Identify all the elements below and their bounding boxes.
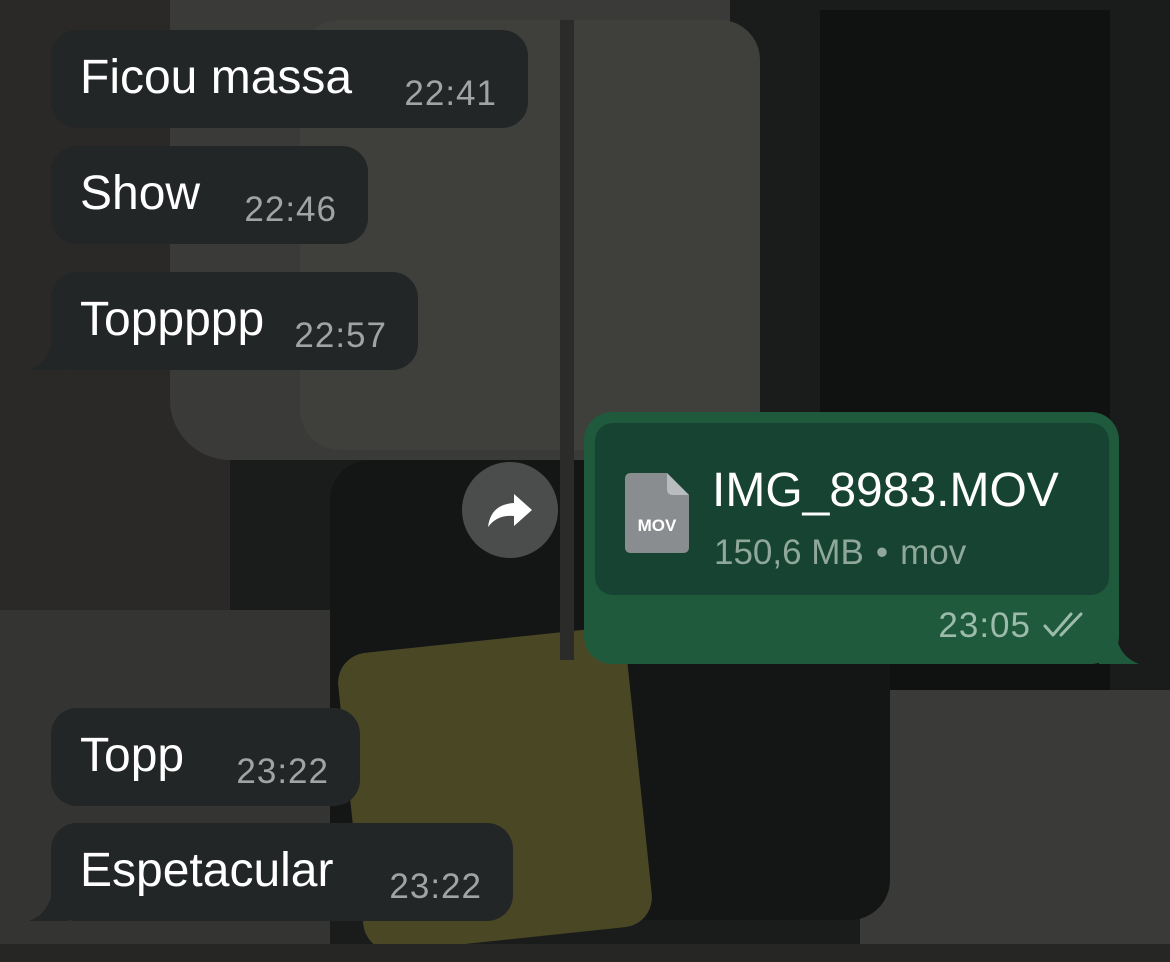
file-name: IMG_8983.MOV <box>712 464 1059 517</box>
bottom-bar <box>0 944 1170 962</box>
bubble-tail <box>29 334 69 370</box>
message-text: Ficou massa <box>80 51 353 104</box>
incoming-message[interactable]: Topp 23:22 <box>51 708 360 806</box>
message-time: 23:22 <box>389 867 482 906</box>
incoming-message[interactable]: Espetacular 23:22 <box>29 823 513 921</box>
meta-separator: • <box>875 533 889 572</box>
message-time: 23:05 <box>938 606 1031 645</box>
bubble-tail <box>29 885 69 921</box>
incoming-message[interactable]: Show 22:46 <box>51 146 368 244</box>
file-meta: 150,6 MB • mov <box>714 533 966 573</box>
bubble-tail <box>1099 628 1139 664</box>
message-text: Show <box>80 167 201 220</box>
message-time: 22:57 <box>294 316 387 355</box>
file-size: 150,6 MB <box>714 533 864 572</box>
incoming-message[interactable]: Toppppp 22:57 <box>29 272 418 370</box>
forward-button[interactable] <box>462 462 558 558</box>
double-check-icon <box>1043 612 1083 637</box>
incoming-message[interactable]: Ficou massa 22:41 <box>51 30 528 128</box>
message-time: 23:22 <box>236 752 329 791</box>
outgoing-file-message[interactable]: MOV IMG_8983.MOV 150,6 MB • mov 23:05 <box>584 412 1139 664</box>
message-text: Toppppp <box>80 293 265 346</box>
forward-arrow-icon <box>488 494 532 527</box>
message-text: Topp <box>80 729 185 782</box>
message-time: 22:46 <box>244 190 337 229</box>
message-time: 22:41 <box>404 74 497 113</box>
message-text: Espetacular <box>80 844 334 897</box>
file-attachment[interactable]: MOV IMG_8983.MOV 150,6 MB • mov <box>595 423 1109 595</box>
file-extension: mov <box>900 533 967 572</box>
file-type-badge: MOV <box>638 516 677 535</box>
document-icon: MOV <box>625 473 689 553</box>
